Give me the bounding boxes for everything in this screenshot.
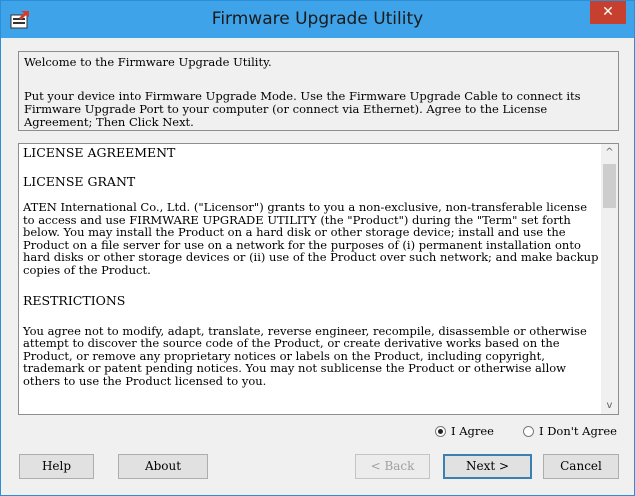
- i-agree-label: I Agree: [451, 424, 494, 438]
- vertical-scrollbar[interactable]: ^ v: [601, 144, 618, 414]
- restrictions-text: You agree not to modify, adapt, translat…: [23, 323, 587, 388]
- license-grant-text: ATEN International Co., Ltd. ("Licensor"…: [23, 200, 599, 277]
- welcome-text: Welcome to the Firmware Upgrade Utility.: [24, 55, 272, 69]
- license-grant-heading: LICENSE GRANT: [23, 173, 136, 189]
- back-button[interactable]: < Back: [355, 454, 430, 479]
- license-agreement-textbox[interactable]: LICENSE AGREEMENT LICENSE GRANT ATEN Int…: [18, 143, 619, 415]
- scroll-up-arrow-icon[interactable]: ^: [601, 144, 618, 161]
- radio-button-unchecked[interactable]: [523, 425, 534, 437]
- about-button[interactable]: About: [118, 454, 208, 479]
- i-dont-agree-label: I Don't Agree: [539, 424, 617, 438]
- restrictions-heading: RESTRICTIONS: [23, 293, 126, 308]
- firmware-upgrade-window: Firmware Upgrade Utility ✕ Welcome to th…: [0, 0, 635, 496]
- instructions-text: Put your device into Firmware Upgrade Mo…: [24, 89, 581, 129]
- radio-button-checked[interactable]: [435, 425, 446, 437]
- title-bar[interactable]: Firmware Upgrade Utility ✕: [1, 1, 634, 38]
- i-agree-radio[interactable]: I Agree: [435, 422, 494, 440]
- close-icon: ✕: [602, 4, 614, 20]
- window-title: Firmware Upgrade Utility: [211, 9, 424, 29]
- welcome-panel: Welcome to the Firmware Upgrade Utility.…: [18, 51, 619, 131]
- scroll-down-arrow-icon[interactable]: v: [601, 397, 618, 414]
- close-button[interactable]: ✕: [590, 1, 626, 24]
- license-heading: LICENSE AGREEMENT: [23, 145, 176, 160]
- license-content: LICENSE AGREEMENT LICENSE GRANT ATEN Int…: [23, 145, 599, 388]
- cancel-button[interactable]: Cancel: [543, 454, 619, 479]
- help-button[interactable]: Help: [19, 454, 94, 479]
- i-dont-agree-radio[interactable]: I Don't Agree: [523, 422, 617, 440]
- next-button[interactable]: Next >: [443, 454, 532, 479]
- scrollbar-thumb[interactable]: [603, 164, 616, 208]
